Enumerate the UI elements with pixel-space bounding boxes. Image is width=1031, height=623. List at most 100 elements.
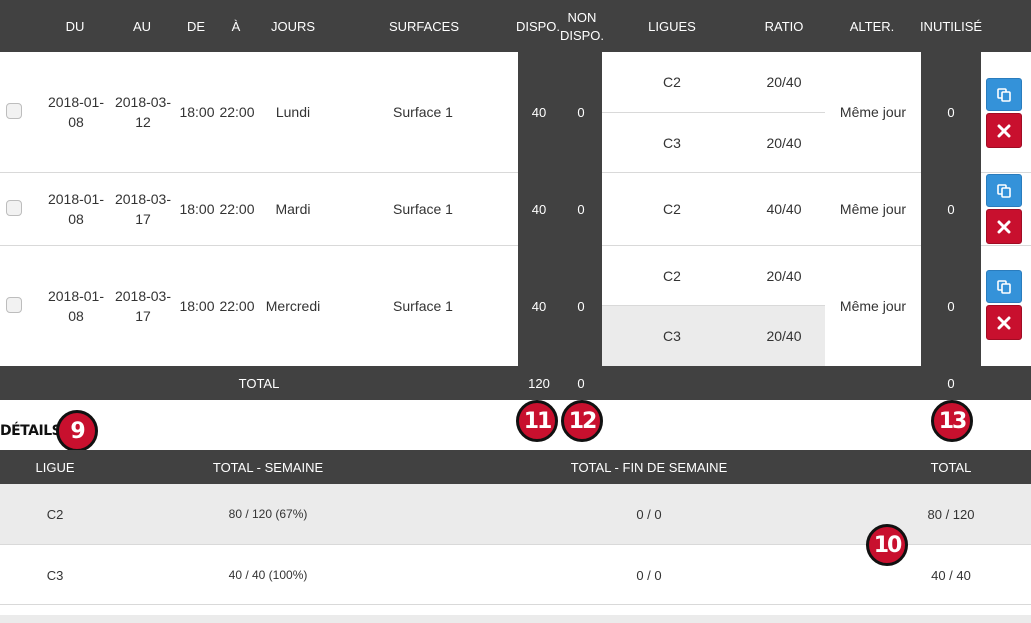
row-du-line2: 08: [68, 211, 84, 227]
row-a: 22:00: [219, 104, 255, 120]
row-checkbox[interactable]: [6, 103, 22, 119]
details-total-semaine: 80 / 120 (67%): [228, 507, 308, 521]
league-name: C3: [663, 328, 681, 344]
row-surface: Surface 1: [393, 104, 453, 120]
header-inutilise: INUTILISÉ: [919, 18, 983, 34]
row-separator: [0, 245, 518, 246]
details-title: DÉTAILS: [0, 423, 62, 439]
row-au-line1: 2018-03-: [114, 191, 172, 207]
header-au: AU: [132, 18, 152, 34]
row-dispo: 40: [531, 298, 547, 314]
header-dispo: DISPO.: [515, 18, 561, 34]
total-inutilise: 0: [947, 375, 955, 391]
league-name: C2: [663, 201, 681, 217]
row-inutilise: 0: [947, 201, 955, 217]
details-total-fin-semaine: 0 / 0: [636, 567, 662, 583]
annotation-badge-9: 9: [56, 410, 98, 452]
row-checkbox[interactable]: [6, 200, 22, 216]
header-alter: ALTER.: [849, 18, 895, 34]
header-de: DE: [186, 18, 206, 34]
row-jour: Mardi: [275, 201, 311, 217]
row-separator: [0, 172, 518, 173]
row-du-line1: 2018-01-: [47, 191, 105, 207]
row-inutilise: 0: [947, 104, 955, 120]
details-header-total-fin-semaine: TOTAL - FIN DE SEMAINE: [570, 459, 728, 475]
row-separator: [0, 604, 1031, 605]
header-ratio: RATIO: [764, 18, 804, 34]
details-total-fin-semaine: 0 / 0: [636, 506, 662, 522]
details-header-total: TOTAL: [930, 459, 972, 475]
details-total: 40 / 40: [931, 567, 971, 583]
row-separator: [981, 172, 1031, 173]
header-jours: JOURS: [270, 18, 316, 34]
copy-button[interactable]: [986, 78, 1022, 111]
delete-button[interactable]: [986, 113, 1022, 148]
delete-button[interactable]: [986, 209, 1022, 244]
details-total: 80 / 120: [927, 506, 975, 522]
header-du: DU: [65, 18, 85, 34]
delete-icon: [997, 124, 1011, 137]
row-separator: [981, 245, 1031, 246]
row-alter: Même jour: [839, 104, 907, 120]
row-separator: [602, 245, 921, 246]
league-name: C3: [663, 135, 681, 151]
row-de: 18:00: [179, 298, 215, 314]
details-footer-strip: [0, 615, 1031, 623]
details-header-total-semaine: TOTAL - SEMAINE: [212, 459, 324, 475]
details-total-semaine: 40 / 40 (100%): [228, 568, 308, 582]
row-de: 18:00: [179, 104, 215, 120]
row-au-line2: 17: [135, 211, 151, 227]
league-ratio: 20/40: [766, 74, 802, 90]
league-ratio: 20/40: [766, 328, 802, 344]
league-name: C2: [663, 74, 681, 90]
row-alter: Même jour: [839, 298, 907, 314]
row-surface: Surface 1: [393, 298, 453, 314]
delete-icon: [997, 316, 1011, 329]
row-surface: Surface 1: [393, 201, 453, 217]
annotation-badge-11: 11: [516, 400, 558, 442]
delete-icon: [997, 220, 1011, 233]
total-dispo: 120: [528, 375, 550, 391]
details-ligue: C3: [46, 567, 64, 583]
delete-button[interactable]: [986, 305, 1022, 340]
league-sub-separator: [602, 112, 825, 113]
details-header-ligue: LIGUE: [35, 459, 75, 475]
row-du-line2: 08: [68, 114, 84, 130]
row-au-line2: 12: [135, 114, 151, 130]
copy-icon: [997, 183, 1011, 198]
total-non-dispo: 0: [577, 375, 585, 391]
row-dispo: 40: [531, 104, 547, 120]
row-separator: [602, 172, 921, 173]
header-ligues: LIGUES: [648, 18, 696, 34]
row-jour: Lundi: [275, 104, 311, 120]
row-dispo: 40: [531, 201, 547, 217]
row-a: 22:00: [219, 298, 255, 314]
row-a: 22:00: [219, 201, 255, 217]
row-au-line2: 17: [135, 308, 151, 324]
row-inutilise: 0: [947, 298, 955, 314]
league-name: C2: [663, 268, 681, 284]
header-non-dispo-line1: NON: [567, 9, 597, 25]
annotation-badge-13: 13: [931, 400, 973, 442]
row-checkbox[interactable]: [6, 297, 22, 313]
total-row: [0, 366, 1031, 400]
row-non-dispo: 0: [577, 201, 585, 217]
header-surfaces: SURFACES: [388, 18, 460, 34]
league-ratio: 20/40: [766, 135, 802, 151]
row-alter: Même jour: [839, 201, 907, 217]
details-ligue: C2: [46, 506, 64, 522]
header-non-dispo-line2: DISPO.: [559, 27, 605, 43]
league-ratio: 40/40: [766, 201, 802, 217]
row-au-line1: 2018-03-: [114, 288, 172, 304]
annotation-badge-10: 10: [866, 524, 908, 566]
row-non-dispo: 0: [577, 298, 585, 314]
copy-icon: [997, 279, 1011, 294]
copy-button[interactable]: [986, 174, 1022, 207]
row-non-dispo: 0: [577, 104, 585, 120]
annotation-badge-12: 12: [561, 400, 603, 442]
copy-button[interactable]: [986, 270, 1022, 303]
row-au-line1: 2018-03-: [114, 94, 172, 110]
row-jour: Mercredi: [265, 298, 321, 314]
details-header: [0, 450, 1031, 484]
row-de: 18:00: [179, 201, 215, 217]
